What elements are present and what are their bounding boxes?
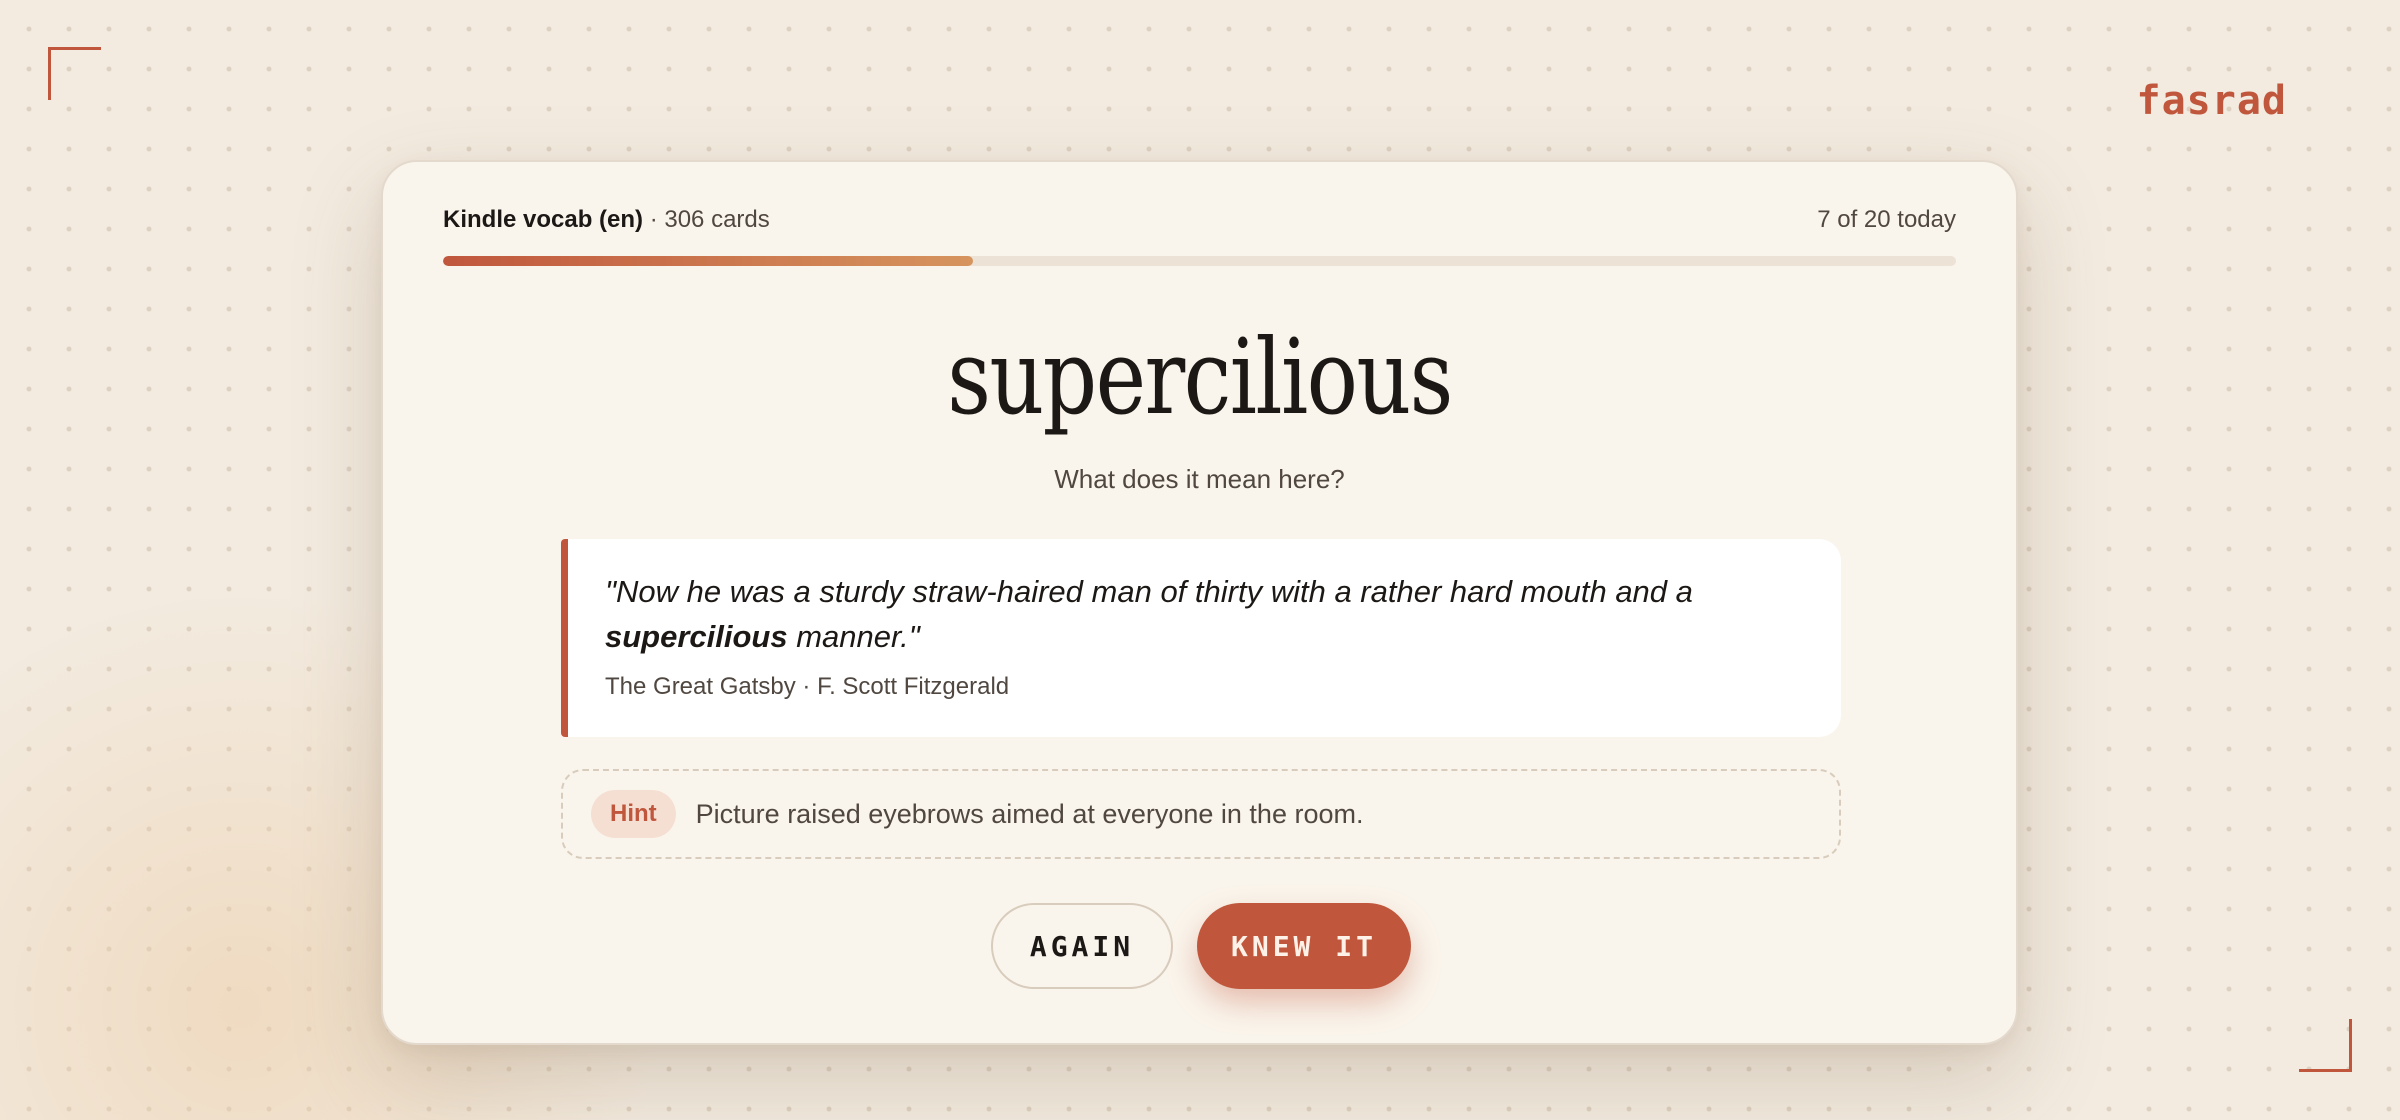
card-prompt: What does it mean here? [1054, 464, 1345, 494]
quote-text-after: manner." [787, 619, 920, 654]
corner-bracket-top-left [48, 47, 101, 100]
deck-name: Kindle vocab (en) [443, 206, 644, 233]
progress-bar [443, 256, 1956, 266]
progress-bar-fill [443, 256, 973, 266]
corner-bracket-bottom-right [2299, 1019, 2352, 1072]
flashcard: Kindle vocab (en) · 306 cards 7 of 20 to… [381, 160, 2018, 1045]
knew-it-button[interactable]: KNEW IT [1197, 903, 1411, 989]
hint-panel: Hint Picture raised eyebrows aimed at ev… [561, 769, 1841, 859]
quote-text: "Now he was a sturdy straw-haired man of… [605, 569, 1801, 659]
hint-badge: Hint [591, 790, 676, 838]
daily-progress-text: 7 of 20 today [1817, 206, 1956, 233]
deck-card-count: · 306 cards [649, 206, 770, 233]
brand-logo: fasrad [2136, 78, 2287, 124]
vocab-word: supercilious [947, 316, 1453, 438]
context-quote: "Now he was a sturdy straw-haired man of… [561, 539, 1841, 737]
quote-highlighted-word: supercilious [605, 619, 788, 654]
again-button[interactable]: AGAIN [991, 903, 1173, 989]
quote-source: The Great Gatsby · F. Scott Fitzgerald [605, 673, 1010, 700]
deck-info: Kindle vocab (en) · 306 cards [443, 206, 770, 234]
quote-text-before: "Now he was a sturdy straw-haired man of… [605, 574, 1693, 609]
hint-text: Picture raised eyebrows aimed at everyon… [695, 798, 1364, 829]
